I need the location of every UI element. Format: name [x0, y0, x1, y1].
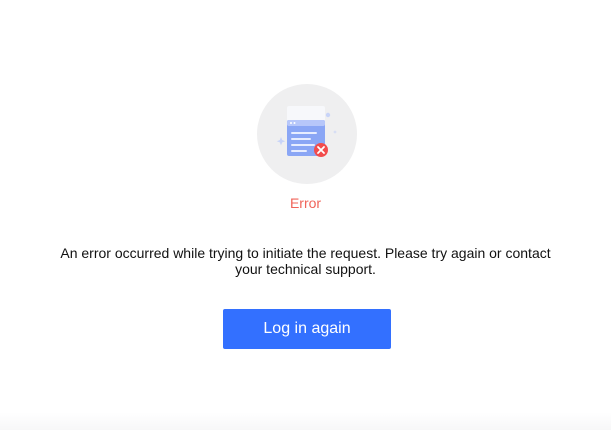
error-page: Error An error occurred while trying to …: [0, 0, 611, 430]
log-in-again-button[interactable]: Log in again: [223, 309, 391, 349]
document-error-icon: [257, 84, 357, 184]
error-message: An error occurred while trying to initia…: [0, 245, 611, 277]
error-message-line: An error occurred while trying to initia…: [60, 245, 551, 261]
error-title: Error: [289, 195, 322, 211]
error-message-line: your technical support.: [235, 261, 376, 277]
